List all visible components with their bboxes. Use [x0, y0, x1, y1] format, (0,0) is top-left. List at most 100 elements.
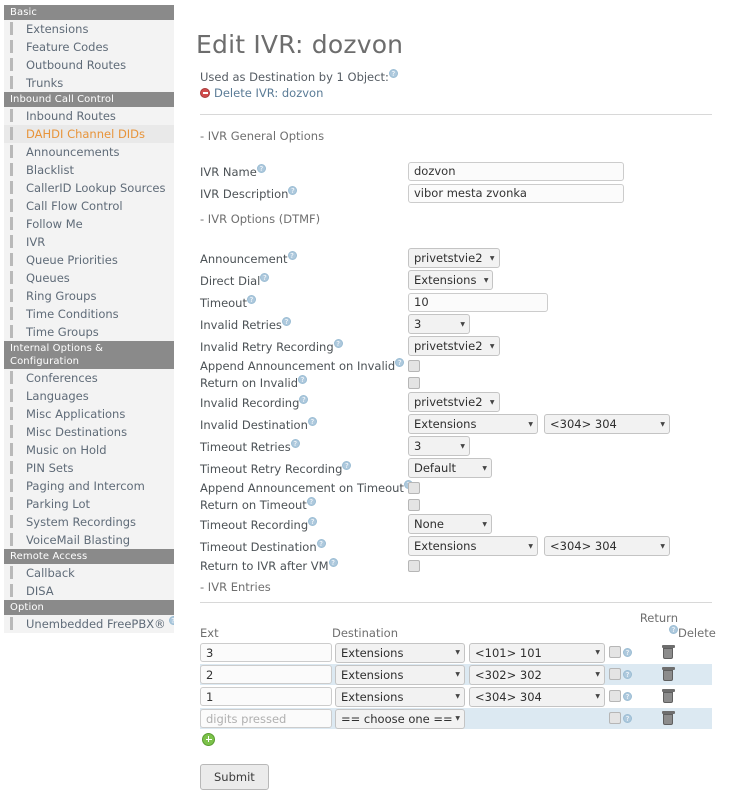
help-icon[interactable]: ? [290, 438, 300, 448]
trash-icon[interactable] [661, 689, 675, 704]
help-icon[interactable]: ? [316, 538, 326, 548]
sidebar-item-blacklist[interactable]: Blacklist [4, 161, 174, 179]
return-on-invalid-checkbox[interactable] [408, 376, 420, 389]
entry-destination-type-select[interactable]: Extensions [335, 686, 465, 707]
delete-ivr-link[interactable]: Delete IVR: dozvon [200, 86, 712, 100]
sidebar-item-system-recordings[interactable]: System Recordings [4, 513, 174, 531]
entry-return-cell: ? [605, 690, 651, 703]
sidebar-item-extensions[interactable]: Extensions [4, 20, 174, 38]
help-icon[interactable]: ? [669, 624, 678, 634]
timeout-retries-select[interactable]: 3 [408, 436, 470, 457]
trash-icon[interactable] [661, 667, 675, 682]
sidebar-item-misc-destinations[interactable]: Misc Destinations [4, 423, 174, 441]
entry-ext-input[interactable] [200, 665, 332, 685]
sidebar-item-announcements[interactable]: Announcements [4, 143, 174, 161]
help-icon[interactable]: ? [281, 316, 291, 326]
append-announcement-invalid-checkbox[interactable] [408, 359, 420, 372]
sidebar-item-callerid-lookup-sources[interactable]: CallerID Lookup Sources [4, 179, 174, 197]
timeout-destination-value-select[interactable]: <304> 304 [544, 536, 670, 557]
invalid-retry-recording-select[interactable]: privetstvie2 [408, 336, 500, 357]
sidebar-item-call-flow-control[interactable]: Call Flow Control [4, 197, 174, 215]
entry-destination-value-select[interactable]: <101> 101 [469, 642, 605, 663]
sidebar-item-ring-groups[interactable]: Ring Groups [4, 287, 174, 305]
entry-ext-input[interactable] [200, 687, 332, 707]
help-icon[interactable]: ? [256, 163, 266, 173]
timeout-recording-select[interactable]: None [408, 514, 492, 535]
invalid-recording-select[interactable]: privetstvie2 [408, 392, 500, 413]
ivr-name-input[interactable] [408, 161, 624, 181]
invalid-destination-type-select[interactable]: Extensions [408, 414, 538, 435]
timeout-input[interactable] [408, 292, 548, 312]
help-icon[interactable]: ? [623, 669, 632, 679]
help-icon[interactable]: ? [307, 416, 317, 426]
help-icon[interactable]: ? [288, 185, 298, 195]
help-icon[interactable]: ? [246, 294, 256, 304]
help-icon[interactable]: ? [623, 713, 632, 723]
append-announcement-timeout-checkbox[interactable] [408, 481, 420, 494]
entry-destination-value-select[interactable]: <304> 304 [469, 686, 605, 707]
sidebar-item-time-groups[interactable]: Time Groups [4, 323, 174, 341]
help-icon[interactable]: ? [623, 647, 632, 657]
return-on-timeout-checkbox[interactable] [408, 498, 420, 511]
sidebar-item-time-conditions[interactable]: Time Conditions [4, 305, 174, 323]
entry-destination-type-select[interactable]: == choose one == [335, 708, 465, 729]
sidebar-item-misc-applications[interactable]: Misc Applications [4, 405, 174, 423]
sidebar-item-follow-me[interactable]: Follow Me [4, 215, 174, 233]
help-icon[interactable]: ? [328, 558, 338, 568]
entry-ext-input[interactable] [200, 643, 332, 663]
sidebar-item-music-on-hold[interactable]: Music on Hold [4, 441, 174, 459]
sidebar-item-unembedded-freepbx[interactable]: Unembedded FreePBX®? [4, 615, 174, 633]
invalid-retries-select[interactable]: 3 [408, 314, 470, 335]
help-icon[interactable]: ? [168, 616, 174, 626]
entry-destination-type-select[interactable]: Extensions [335, 642, 465, 663]
sidebar-item-languages[interactable]: Languages [4, 387, 174, 405]
help-icon[interactable]: ? [298, 375, 308, 385]
sidebar-item-disa[interactable]: DISA [4, 582, 174, 600]
help-icon[interactable]: ? [306, 497, 316, 507]
sidebar-item-dahdi-channel-dids[interactable]: DAHDI Channel DIDs [4, 125, 174, 143]
help-icon[interactable]: ? [299, 394, 309, 404]
entry-destination-value-select[interactable]: <302> 302 [469, 664, 605, 685]
help-icon[interactable]: ? [342, 460, 352, 470]
sidebar-item-trunks[interactable]: Trunks [4, 74, 174, 92]
row-direct-dial: Direct Dial? Extensions [200, 270, 712, 291]
help-icon[interactable]: ? [333, 338, 343, 348]
direct-dial-select[interactable]: Extensions [408, 270, 494, 291]
sidebar-item-queues[interactable]: Queues [4, 269, 174, 287]
entry-destination-type-select[interactable]: Extensions [335, 664, 465, 685]
sidebar-item-parking-lot[interactable]: Parking Lot [4, 495, 174, 513]
entry-return-checkbox[interactable] [609, 712, 621, 725]
row-append-announcement-timeout: Append Announcement on Timeout? [200, 480, 712, 496]
help-icon[interactable]: ? [395, 358, 405, 368]
help-icon[interactable]: ? [287, 250, 297, 260]
sidebar-item-feature-codes[interactable]: Feature Codes [4, 38, 174, 56]
freepbx-ivr-edit-page: Basic Extensions Feature Codes Outbound Rou… [0, 0, 734, 800]
trash-icon[interactable] [661, 645, 675, 660]
submit-button[interactable]: Submit [200, 763, 269, 790]
sidebar-item-voicemail-blasting[interactable]: VoiceMail Blasting [4, 531, 174, 549]
sidebar-item-pin-sets[interactable]: PIN Sets [4, 459, 174, 477]
timeout-destination-type-select[interactable]: Extensions [408, 536, 538, 557]
add-entry-icon[interactable] [202, 732, 215, 746]
entry-return-checkbox[interactable] [609, 690, 621, 703]
sidebar-item-outbound-routes[interactable]: Outbound Routes [4, 56, 174, 74]
entry-return-checkbox[interactable] [609, 668, 621, 681]
help-icon[interactable]: ? [623, 691, 632, 701]
announcement-select[interactable]: privetstvie2 [408, 248, 500, 269]
help-icon[interactable]: ? [260, 272, 270, 282]
return-to-ivr-after-vm-checkbox[interactable] [408, 559, 420, 572]
sidebar-item-conferences[interactable]: Conferences [4, 369, 174, 387]
entry-return-checkbox[interactable] [609, 646, 621, 659]
sidebar-item-paging-and-intercom[interactable]: Paging and Intercom [4, 477, 174, 495]
sidebar-item-ivr[interactable]: IVR [4, 233, 174, 251]
trash-icon[interactable] [661, 711, 675, 726]
invalid-destination-value-select[interactable]: <304> 304 [544, 414, 670, 435]
help-icon[interactable]: ? [308, 516, 318, 526]
ivr-description-input[interactable] [408, 183, 624, 203]
timeout-retry-recording-select[interactable]: Default [408, 458, 492, 479]
sidebar-item-callback[interactable]: Callback [4, 564, 174, 582]
entry-ext-input[interactable] [200, 709, 332, 729]
help-icon[interactable]: ? [388, 69, 398, 78]
sidebar-item-queue-priorities[interactable]: Queue Priorities [4, 251, 174, 269]
sidebar-item-inbound-routes[interactable]: Inbound Routes [4, 107, 174, 125]
